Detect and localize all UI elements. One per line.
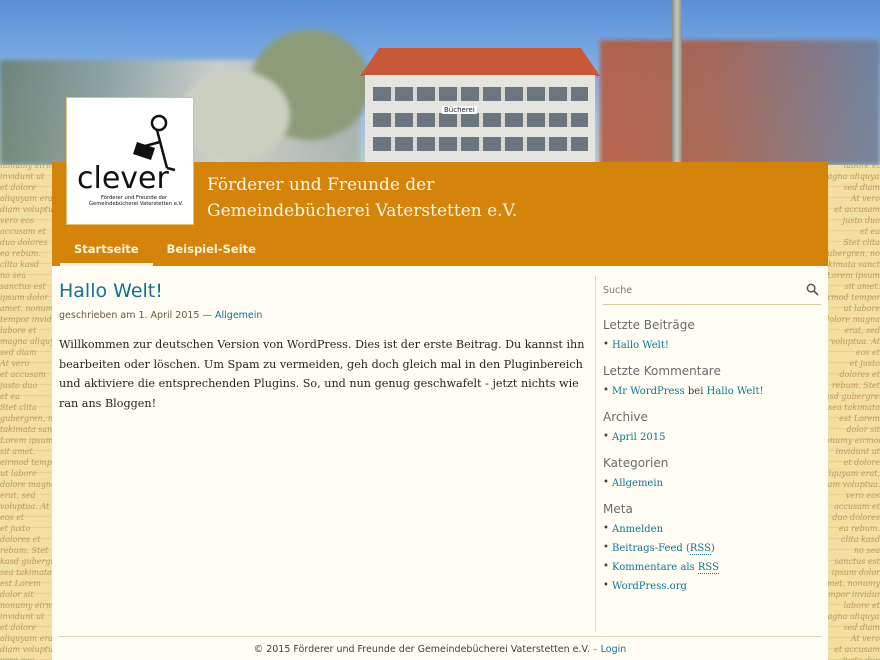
- recent-posts-list: Hallo Welt!: [603, 339, 821, 351]
- library-building: [365, 75, 595, 165]
- site-title[interactable]: Förderer und Freunde der Gemeindebüchere…: [207, 172, 567, 224]
- login-link[interactable]: Anmelden: [612, 524, 663, 535]
- meta-list: Anmelden Beitrags-Feed (RSS) Kommentare …: [603, 523, 821, 592]
- nav-item-startseite[interactable]: Startseite: [60, 234, 153, 266]
- logo-graphic: clever Förderer und Freunde der Gemeinde…: [77, 114, 183, 207]
- sidebar-divider: [595, 276, 596, 632]
- footer-separator: –: [592, 644, 598, 655]
- footer-login-link[interactable]: Login: [601, 644, 627, 655]
- post-meta: geschrieben am 1. April 2015 — Allgemein: [59, 310, 589, 321]
- post: Hallo Welt! geschrieben am 1. April 2015…: [59, 280, 589, 424]
- logo-subtitle-line2: Gemeindebücherei Vaterstetten e.V.: [89, 201, 183, 207]
- library-sign: Bücherei: [442, 106, 477, 114]
- list-item: WordPress.org: [603, 580, 821, 592]
- archive-list: April 2015: [603, 431, 821, 443]
- list-item: Hallo Welt!: [603, 339, 821, 351]
- widget-title-recent-comments: Letzte Kommentare: [603, 364, 721, 378]
- post-title[interactable]: Hallo Welt!: [59, 280, 589, 302]
- archive-link[interactable]: April 2015: [612, 432, 665, 443]
- site-logo[interactable]: clever Förderer und Freunde der Gemeinde…: [66, 97, 194, 225]
- post-body: Willkommen zur deutschen Version von Wor…: [59, 338, 585, 410]
- search-icon[interactable]: [806, 283, 819, 296]
- nav-item-beispiel-seite[interactable]: Beispiel-Seite: [153, 234, 270, 266]
- content-area: Hallo Welt! geschrieben am 1. April 2015…: [52, 266, 828, 660]
- list-item: Beitrags-Feed (RSS): [603, 542, 821, 555]
- wordpress-org-link[interactable]: WordPress.org: [612, 581, 687, 592]
- list-item: Mr WordPress bei Hallo Welt!: [603, 385, 821, 397]
- comment-connector: bei: [687, 386, 704, 397]
- recent-comments-list: Mr WordPress bei Hallo Welt!: [603, 385, 821, 397]
- footer-copyright: © 2015 Förderer und Freunde der Gemeinde…: [253, 644, 590, 655]
- page-wrapper: clever Förderer und Freunde der Gemeinde…: [52, 97, 828, 660]
- widget-title-recent-posts: Letzte Beiträge: [603, 318, 695, 332]
- list-item: Allgemein: [603, 477, 821, 489]
- background-text-left: nonumy eirmod invidunt ut et dolore aliquya…: [0, 161, 60, 660]
- site-header: clever Förderer und Freunde der Gemeinde…: [52, 97, 828, 266]
- site-title-line2: Gemeindebücherei Vaterstetten e.V.: [207, 201, 518, 221]
- comment-author-link[interactable]: Mr WordPress: [612, 386, 685, 397]
- logo-wordmark: clever: [77, 161, 169, 196]
- site-footer: © 2015 Förderer und Freunde der Gemeinde…: [52, 644, 828, 655]
- list-item: Kommentare als RSS: [603, 561, 821, 574]
- comments-feed-link[interactable]: Kommentare als RSS: [612, 562, 719, 574]
- comment-post-link[interactable]: Hallo Welt!: [707, 386, 764, 397]
- post-date: geschrieben am 1. April 2015 —: [59, 310, 212, 321]
- recent-post-link[interactable]: Hallo Welt!: [612, 340, 669, 351]
- category-link[interactable]: Allgemein: [612, 478, 663, 489]
- sidebar: Letzte Beiträge Hallo Welt! Letzte Komme…: [603, 276, 821, 600]
- list-item: Anmelden: [603, 523, 821, 535]
- list-item: April 2015: [603, 431, 821, 443]
- categories-list: Allgemein: [603, 477, 821, 489]
- post-category-link[interactable]: Allgemein: [215, 310, 262, 321]
- background-text-right: labore etmagna aliquyamsed diamAt veroet…: [820, 161, 880, 660]
- posts-feed-link[interactable]: Beitrags-Feed (RSS): [612, 543, 715, 555]
- search-form: [603, 278, 821, 305]
- widget-title-categories: Kategorien: [603, 456, 669, 470]
- widget-title-meta: Meta: [603, 502, 633, 516]
- main-navigation: Startseite Beispiel-Seite: [60, 234, 270, 266]
- site-title-line1: Förderer und Freunde der: [207, 175, 435, 195]
- search-input[interactable]: [603, 278, 793, 303]
- footer-divider: [59, 636, 821, 637]
- widget-title-archive: Archive: [603, 410, 648, 424]
